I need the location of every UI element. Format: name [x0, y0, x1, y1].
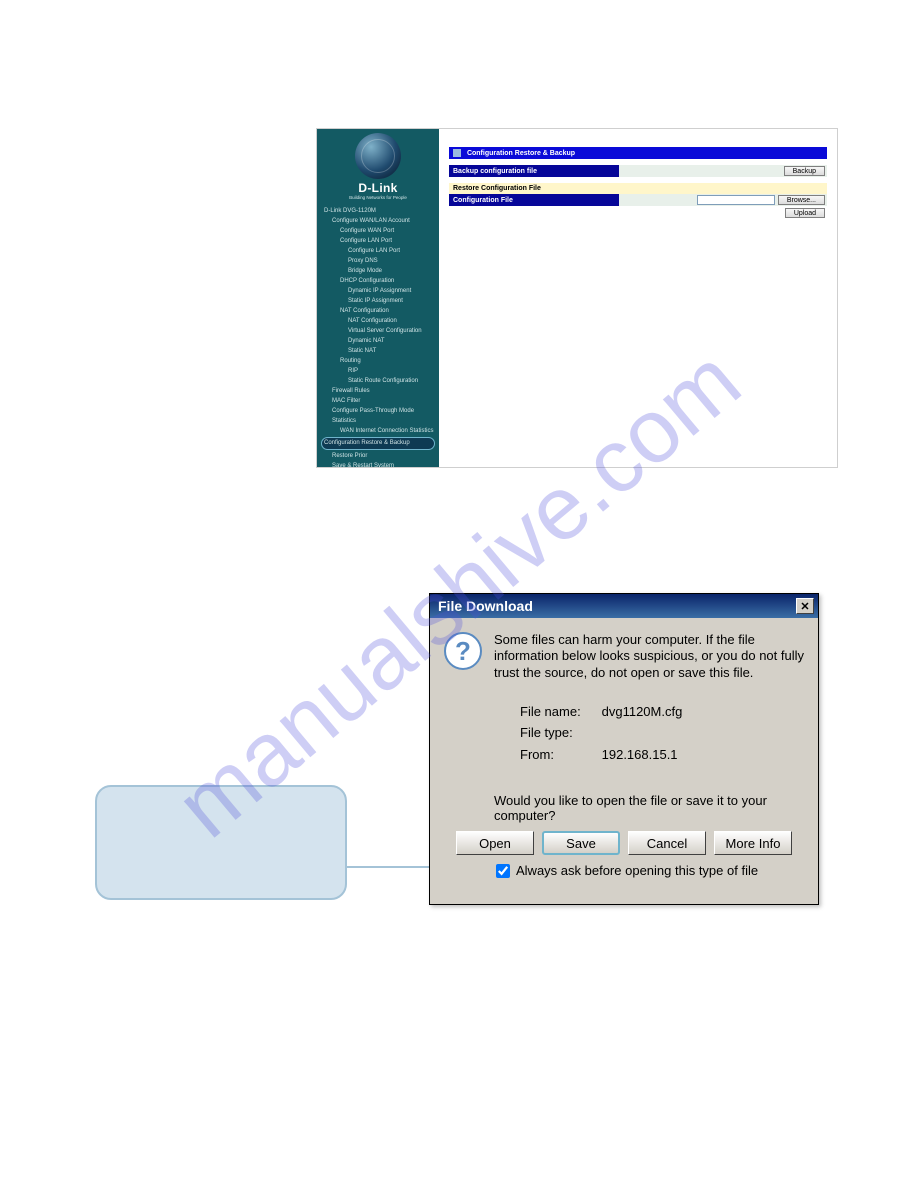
file-download-dialog: File Download ✕ ? Some files can harm yo… [429, 593, 819, 905]
nav-item-8[interactable]: Dynamic IP Assignment [320, 286, 436, 296]
nav-item-15[interactable]: Routing [320, 356, 436, 366]
nav-item-23[interactable]: Configuration Restore & Backup [321, 437, 435, 450]
nav-item-21[interactable]: Statistics [320, 416, 436, 426]
dialog-title-bar: File Download ✕ [430, 594, 818, 618]
nav-item-17[interactable]: Static Route Configuration [320, 376, 436, 386]
question-icon: ? [444, 632, 482, 670]
nav-item-0[interactable]: D-Link DVG-1120M [320, 206, 436, 216]
file-name-value: dvg1120M.cfg [602, 704, 683, 719]
from-label: From: [520, 744, 598, 765]
backup-value-cell: Backup [619, 165, 827, 177]
file-info: File name: dvg1120M.cfg File type: From:… [520, 701, 804, 765]
nav-item-25[interactable]: Save & Restart System [320, 461, 436, 467]
router-admin-panel: D-Link Building Networks for People D-Li… [316, 128, 838, 468]
nav-item-9[interactable]: Static IP Assignment [320, 296, 436, 306]
sidebar: D-Link Building Networks for People D-Li… [317, 129, 439, 467]
dialog-body: ? Some files can harm your computer. If … [430, 618, 818, 888]
always-ask-checkbox[interactable] [496, 864, 510, 878]
open-button[interactable]: Open [456, 831, 534, 855]
nav-item-6[interactable]: Bridge Mode [320, 266, 436, 276]
more-info-button[interactable]: More Info [714, 831, 792, 855]
nav-item-10[interactable]: NAT Configuration [320, 306, 436, 316]
dialog-title: File Download [438, 598, 533, 614]
always-ask-row: Always ask before opening this type of f… [496, 863, 804, 878]
section-header: Configuration Restore & Backup [449, 147, 827, 159]
nav-item-5[interactable]: Proxy DNS [320, 256, 436, 266]
close-icon[interactable]: ✕ [796, 598, 814, 614]
brand-tagline: Building Networks for People [317, 195, 439, 200]
content-panel: Configuration Restore & Backup Backup co… [439, 129, 837, 467]
nav-item-24[interactable]: Restore Prior [320, 451, 436, 461]
globe-logo [355, 133, 401, 179]
backup-block: Backup configuration file Backup Restore… [449, 165, 827, 218]
nav-item-11[interactable]: NAT Configuration [320, 316, 436, 326]
dialog-button-row: Open Save Cancel More Info [444, 831, 804, 855]
nav-tree: D-Link DVG-1120MConfigure WAN/LAN Accoun… [317, 206, 439, 467]
backup-button[interactable]: Backup [784, 166, 825, 176]
upload-button[interactable]: Upload [785, 208, 825, 218]
nav-item-4[interactable]: Configure LAN Port [320, 246, 436, 256]
file-name-label: File name: [520, 701, 598, 722]
section-title: Configuration Restore & Backup [467, 150, 575, 157]
dialog-warning-text: Some files can harm your computer. If th… [494, 632, 804, 681]
nav-item-22[interactable]: WAN Internet Connection Statistics [320, 426, 436, 436]
brand-name: D-Link [317, 181, 439, 195]
config-file-input[interactable] [697, 195, 775, 205]
from-value: 192.168.15.1 [602, 747, 678, 762]
nav-item-16[interactable]: RIP [320, 366, 436, 376]
browse-button[interactable]: Browse... [778, 195, 825, 205]
nav-item-7[interactable]: DHCP Configuration [320, 276, 436, 286]
cancel-button[interactable]: Cancel [628, 831, 706, 855]
callout-bubble [95, 785, 347, 900]
nav-item-2[interactable]: Configure WAN Port [320, 226, 436, 236]
nav-item-19[interactable]: MAC Filter [320, 396, 436, 406]
config-file-label: Configuration File [449, 194, 619, 206]
nav-item-18[interactable]: Firewall Rules [320, 386, 436, 396]
nav-item-14[interactable]: Static NAT [320, 346, 436, 356]
save-button[interactable]: Save [542, 831, 620, 855]
config-file-value-cell: Browse... [619, 194, 827, 206]
nav-item-1[interactable]: Configure WAN/LAN Account [320, 216, 436, 226]
nav-item-12[interactable]: Virtual Server Configuration [320, 326, 436, 336]
dialog-prompt: Would you like to open the file or save … [494, 793, 804, 823]
backup-label: Backup configuration file [449, 165, 619, 177]
nav-item-20[interactable]: Configure Pass-Through Mode [320, 406, 436, 416]
restore-header-bar: Restore Configuration File [449, 183, 827, 194]
nav-item-13[interactable]: Dynamic NAT [320, 336, 436, 346]
file-type-label: File type: [520, 722, 598, 743]
nav-item-3[interactable]: Configure LAN Port [320, 236, 436, 246]
always-ask-label: Always ask before opening this type of f… [516, 863, 758, 878]
